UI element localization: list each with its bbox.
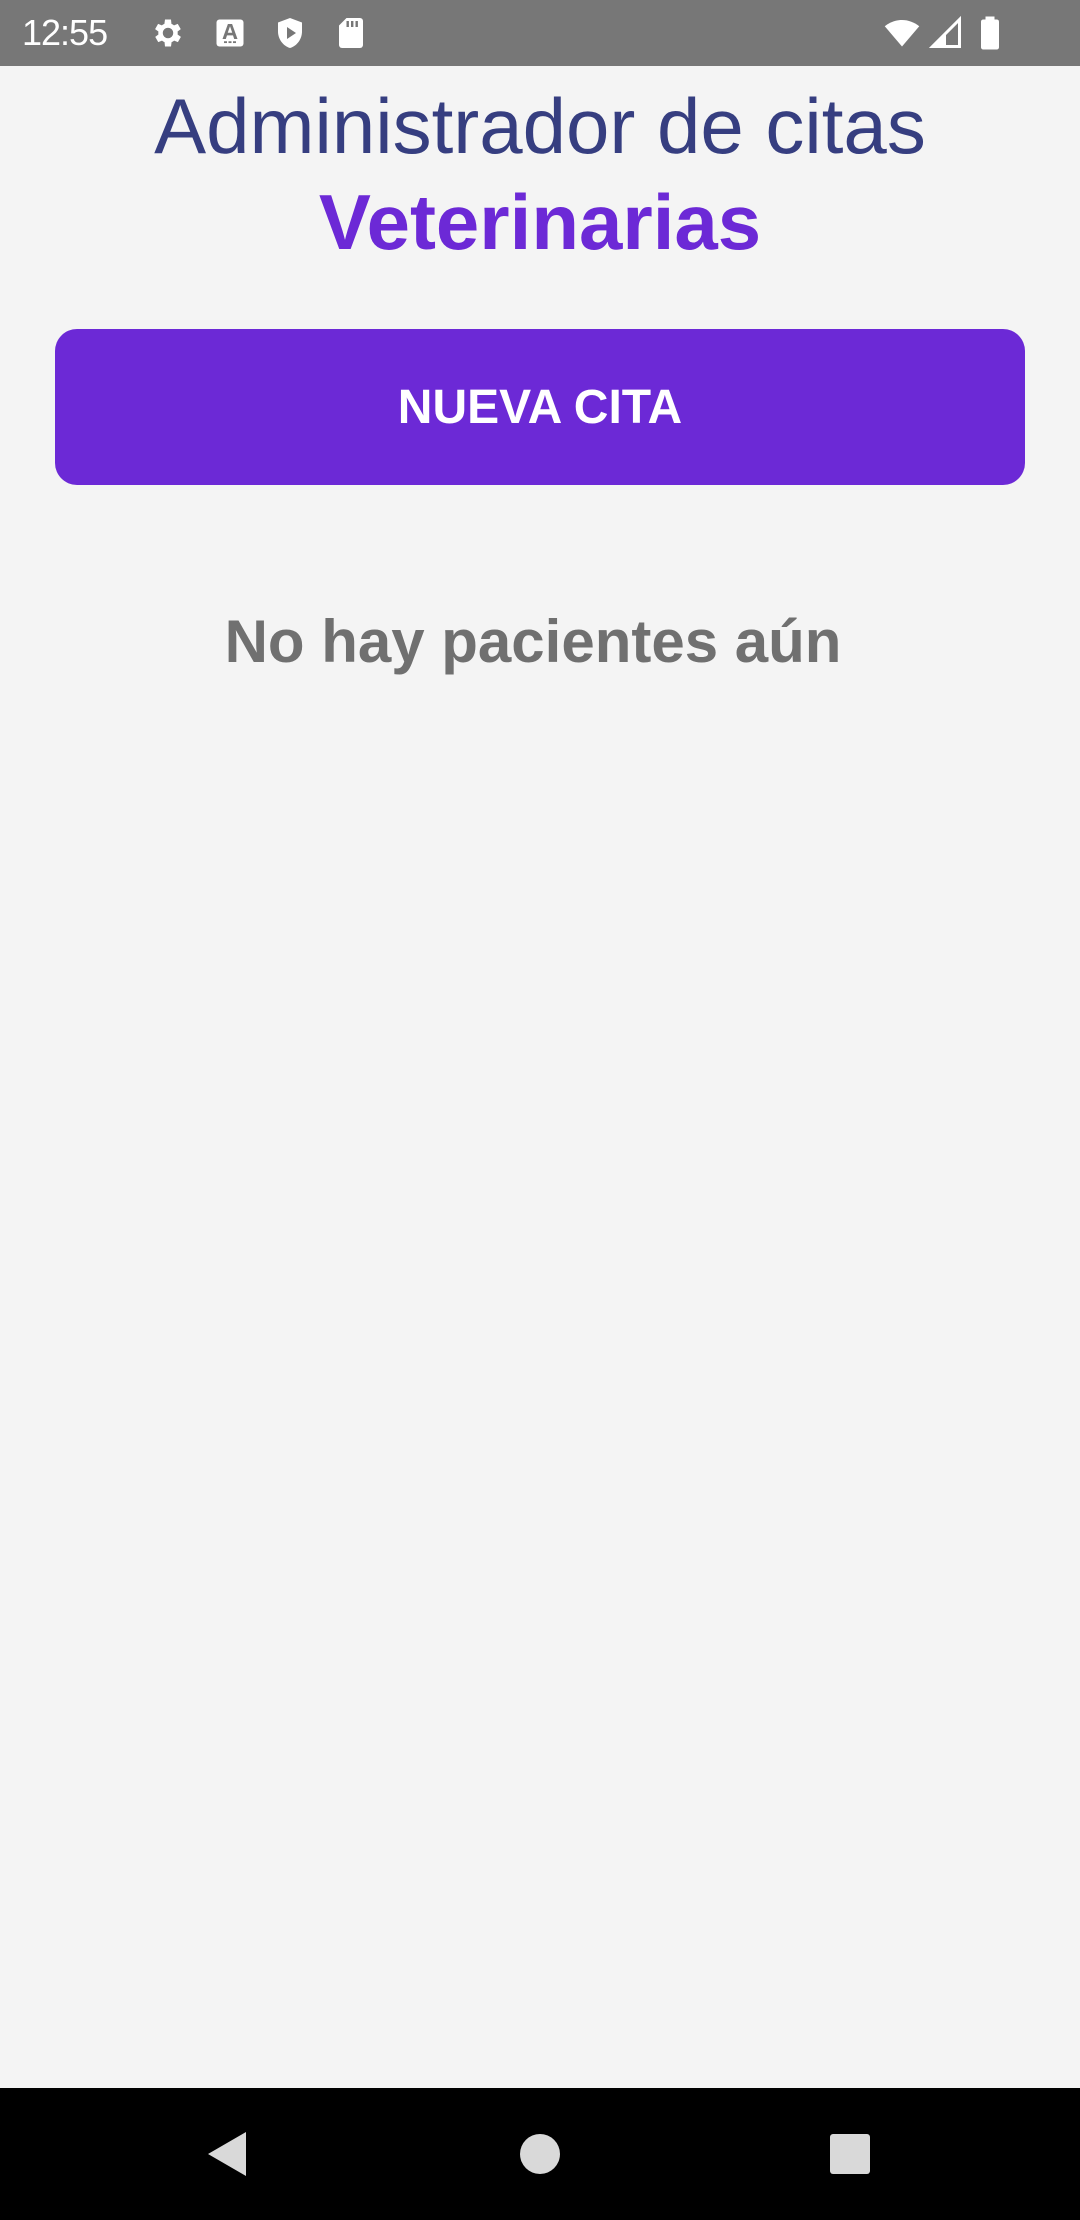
navigation-bar bbox=[0, 2088, 1080, 2220]
page-title-accent: Veterinarias bbox=[318, 178, 762, 266]
status-bar: 12:55 bbox=[0, 0, 1080, 66]
home-icon bbox=[520, 2134, 560, 2174]
app-screen: 12:55 Administrador de citas Veterinaria… bbox=[0, 0, 1080, 2220]
cell-signal-icon bbox=[928, 15, 964, 51]
wifi-icon bbox=[880, 15, 924, 51]
back-button[interactable] bbox=[180, 2108, 272, 2200]
gear-icon bbox=[150, 15, 186, 51]
play-protect-icon bbox=[272, 15, 308, 51]
page-title: Administrador de citas bbox=[154, 82, 926, 170]
sd-card-icon bbox=[333, 15, 369, 51]
back-icon bbox=[208, 2132, 246, 2176]
keyboard-a-icon bbox=[212, 15, 248, 51]
recents-button[interactable] bbox=[804, 2108, 896, 2200]
home-button[interactable] bbox=[494, 2108, 586, 2200]
new-appointment-button[interactable]: NUEVA CITA bbox=[55, 329, 1025, 485]
status-time: 12:55 bbox=[22, 12, 108, 53]
battery-icon bbox=[975, 15, 1005, 51]
empty-patients-message: No hay pacientes aún bbox=[224, 608, 842, 675]
recents-icon bbox=[830, 2134, 870, 2174]
